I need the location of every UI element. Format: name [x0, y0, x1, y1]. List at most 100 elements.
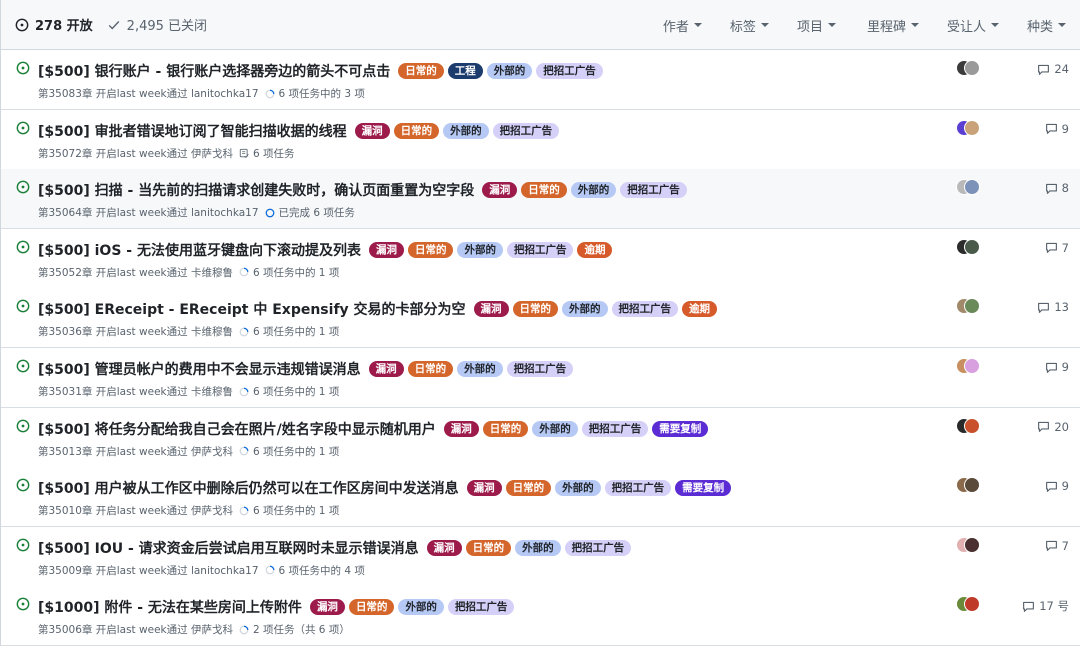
assignee-avatars[interactable] — [956, 536, 982, 553]
label-badge[interactable]: 漏洞 — [443, 420, 479, 437]
issue-title[interactable]: [$500] 扫描 - 当先前的扫描请求创建失败时，确认页面重置为空字段 — [38, 180, 474, 200]
task-progress[interactable]: 6 项任务中的 3 项 — [265, 86, 365, 101]
label-badge[interactable]: 日常的 — [521, 182, 567, 199]
label-badge[interactable]: 需要复制 — [652, 420, 709, 437]
filter-project[interactable]: 项目 — [797, 16, 836, 35]
label-badge[interactable]: 漏洞 — [473, 301, 509, 318]
comments-link[interactable]: 20 — [1037, 420, 1069, 434]
issue-row[interactable]: [$500] 用户被从工作区中删除后仍然可以在工作区房间中发送消息 漏洞 日常的 外部… — [1, 467, 1080, 528]
issue-title[interactable]: [$500] 将任务分配给我自己会在照片/姓名字段中显示随机用户 — [38, 419, 436, 439]
assignee-avatars[interactable] — [956, 477, 982, 494]
closed-issues-filter[interactable]: 2,495 已关闭 — [107, 15, 207, 34]
assignee-avatars[interactable] — [956, 417, 982, 434]
label-badge[interactable]: 日常的 — [407, 361, 454, 377]
label-badge[interactable]: 外部的 — [532, 420, 578, 437]
label-badge[interactable]: 把招工广告 — [506, 361, 574, 377]
issue-row[interactable]: [$500] 将任务分配给我自己会在照片/姓名字段中显示随机用户 漏洞 日常的 外部的… — [1, 407, 1080, 468]
label-badge[interactable]: 把招工广告 — [611, 301, 679, 318]
task-progress[interactable]: 6 项任务中的 4 项 — [265, 563, 365, 578]
task-progress[interactable]: 6 项任务中的 1 项 — [239, 324, 339, 339]
label-badge[interactable]: 把招工广告 — [620, 182, 687, 199]
assignee-avatars[interactable] — [956, 298, 982, 315]
label-badge[interactable]: 外部的 — [555, 480, 601, 497]
filter-author[interactable]: 作者 — [663, 16, 702, 35]
issue-title[interactable]: [$500] EReceipt - EReceipt 中 Expensify 交… — [38, 299, 466, 319]
comments-link[interactable]: 8 — [1045, 181, 1069, 195]
label-badge[interactable]: 日常的 — [482, 420, 529, 437]
issue-row[interactable]: [$500] iOS - 无法使用蓝牙键盘向下滚动提及列表 漏洞 日常的 外部的 把招工… — [1, 228, 1080, 289]
assignee-avatars[interactable] — [956, 60, 982, 76]
label-badge[interactable]: 把招工广告 — [564, 539, 632, 556]
comments-link[interactable]: 9 — [1045, 122, 1069, 136]
task-progress[interactable]: 6 项任务中的 1 项 — [239, 384, 339, 399]
issue-title[interactable]: [$500] 管理员帐户的费用中不会显示违规错误消息 — [38, 359, 361, 379]
issue-row[interactable]: [$500] 审批者错误地订阅了智能扫描收据的线程 漏洞 日常的 外部的 把招工广告 第3… — [1, 109, 1080, 170]
issue-title[interactable]: [$500] 银行账户 - 银行账户选择器旁边的箭头不可点击 — [38, 61, 390, 81]
label-badge[interactable]: 外部的 — [562, 301, 608, 318]
comments-link[interactable]: 9 — [1045, 479, 1069, 493]
label-badge[interactable]: 把招工广告 — [506, 241, 574, 258]
issue-title[interactable]: [$1000] 附件 - 无法在某些房间上传附件 — [38, 597, 302, 617]
label-badge[interactable]: 把招工广告 — [581, 420, 649, 437]
label-badge[interactable]: 工程 — [447, 63, 483, 79]
task-progress[interactable]: 6 项任务中的 1 项 — [239, 265, 339, 280]
comments-link[interactable]: 13 — [1037, 300, 1069, 314]
issue-row[interactable]: [$500] 扫描 - 当先前的扫描请求创建失败时，确认页面重置为空字段 漏洞 日常… — [1, 169, 1080, 230]
label-badge[interactable]: 漏洞 — [354, 122, 390, 139]
task-progress[interactable]: 6 项任务中的 1 项 — [239, 444, 339, 459]
label-badge[interactable]: 外部的 — [486, 63, 533, 79]
issue-title[interactable]: [$500] iOS - 无法使用蓝牙键盘向下滚动提及列表 — [38, 240, 361, 260]
issue-title[interactable]: [$500] 审批者错误地订阅了智能扫描收据的线程 — [38, 121, 347, 141]
label-badge[interactable]: 把招工广告 — [604, 480, 672, 497]
label-badge[interactable]: 日常的 — [398, 63, 444, 79]
task-progress[interactable]: 已完成 6 项任务 — [265, 205, 355, 220]
label-badge[interactable]: 漏洞 — [426, 539, 462, 556]
filter-assignee[interactable]: 受让人 — [947, 16, 999, 35]
assignee-avatars[interactable] — [956, 358, 982, 374]
issue-title[interactable]: [$500] 用户被从工作区中删除后仍然可以在工作区房间中发送消息 — [38, 478, 459, 498]
assignee-avatars[interactable] — [956, 596, 982, 613]
filter-milestone[interactable]: 里程碑 — [867, 16, 919, 35]
open-issues-filter[interactable]: 278 开放 — [15, 15, 93, 34]
comments-link[interactable]: 9 — [1045, 360, 1069, 374]
label-badge[interactable]: 漏洞 — [482, 182, 518, 199]
assignee-avatars[interactable] — [956, 119, 982, 136]
task-progress[interactable]: 2 项任务（共 6 项） — [239, 622, 350, 637]
task-progress[interactable]: 6 项任务 — [239, 146, 294, 161]
issue-title[interactable]: [$500] IOU - 请求资金后尝试启用互联网时未显示错误消息 — [38, 538, 419, 558]
label-badge[interactable]: 外部的 — [457, 361, 503, 377]
label-badge[interactable]: 外部的 — [443, 122, 489, 139]
label-badge[interactable]: 日常的 — [393, 122, 440, 139]
issue-row[interactable]: [$500] 管理员帐户的费用中不会显示违规错误消息 漏洞 日常的 外部的 把招工广告第… — [1, 348, 1080, 408]
label-badge[interactable]: 逾期 — [682, 301, 718, 318]
issue-row[interactable]: [$500] IOU - 请求资金后尝试启用互联网时未显示错误消息 漏洞 日常的 外部… — [1, 526, 1080, 587]
issue-row[interactable]: [$500] 银行账户 - 银行账户选择器旁边的箭头不可点击 日常的 工程 外部的 把招… — [1, 50, 1080, 110]
label-badge[interactable]: 外部的 — [457, 241, 503, 258]
label-badge[interactable]: 日常的 — [348, 599, 395, 616]
assignee-avatars[interactable] — [956, 238, 982, 255]
label-badge[interactable]: 日常的 — [512, 301, 559, 318]
comments-link[interactable]: 7 — [1045, 539, 1069, 553]
issue-row[interactable]: [$500] EReceipt - EReceipt 中 Expensify 交… — [1, 288, 1080, 349]
label-badge[interactable]: 逾期 — [577, 241, 613, 258]
label-badge[interactable]: 漏洞 — [309, 599, 345, 616]
comments-link[interactable]: 24 — [1037, 62, 1069, 76]
comments-link[interactable]: 17 号 — [1022, 598, 1069, 614]
issue-row[interactable]: [$1000] 附件 - 无法在某些房间上传附件 漏洞 日常的 外部的 把招工广告 第35… — [1, 586, 1080, 646]
label-badge[interactable]: 漏洞 — [466, 480, 502, 497]
label-badge[interactable]: 把招工广告 — [447, 599, 515, 616]
comments-link[interactable]: 7 — [1045, 241, 1069, 255]
filter-label[interactable]: 标签 — [730, 16, 769, 35]
label-badge[interactable]: 外部的 — [570, 182, 617, 199]
task-progress[interactable]: 6 项任务中的 1 项 — [239, 503, 339, 518]
label-badge[interactable]: 把招工广告 — [536, 63, 603, 79]
label-badge[interactable]: 日常的 — [465, 539, 512, 556]
label-badge[interactable]: 日常的 — [505, 480, 552, 497]
label-badge[interactable]: 把招工广告 — [492, 122, 560, 139]
assignee-avatars[interactable] — [956, 179, 982, 196]
label-badge[interactable]: 漏洞 — [368, 241, 404, 258]
label-badge[interactable]: 需要复制 — [675, 480, 732, 497]
label-badge[interactable]: 外部的 — [398, 599, 444, 616]
label-badge[interactable]: 漏洞 — [368, 361, 404, 377]
label-badge[interactable]: 日常的 — [407, 241, 454, 258]
